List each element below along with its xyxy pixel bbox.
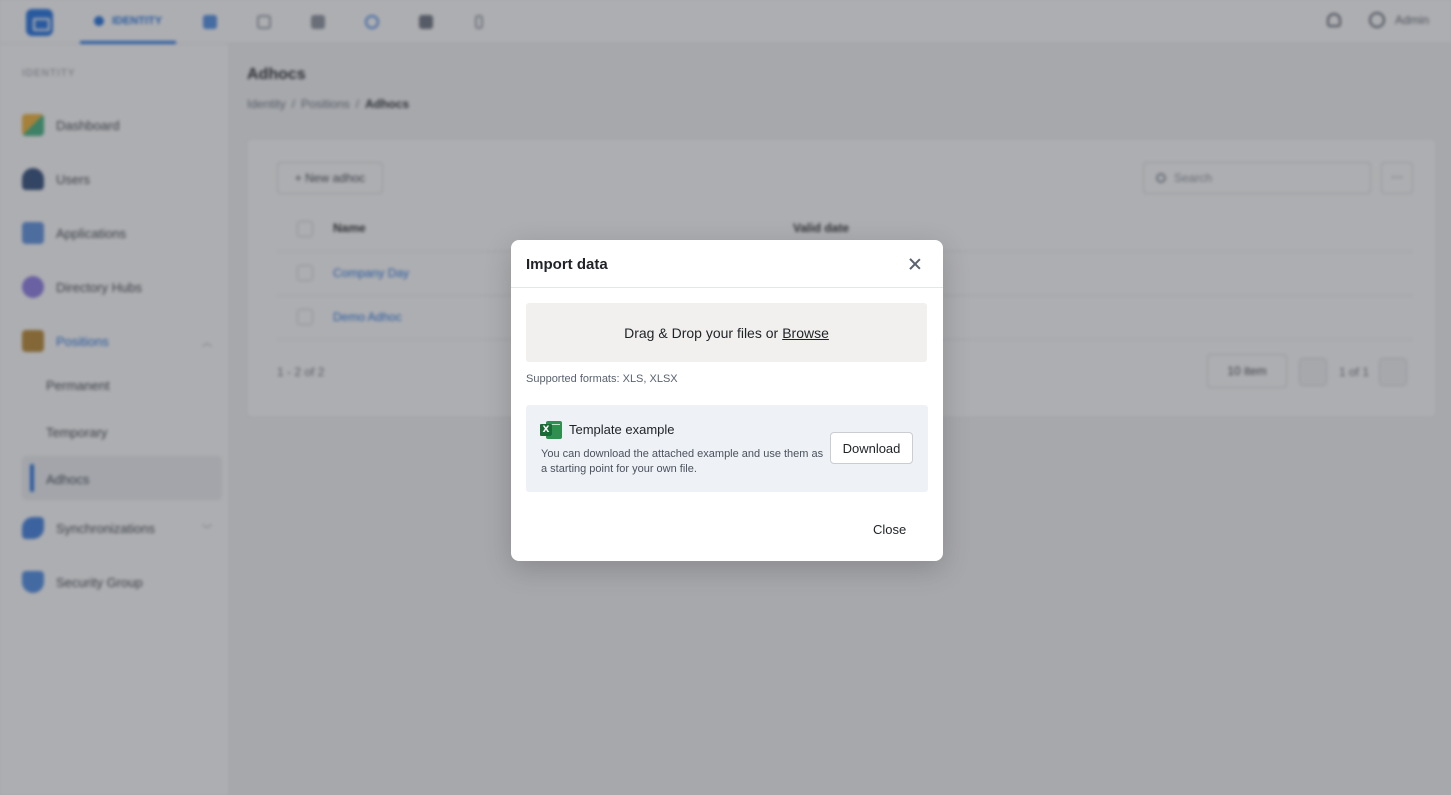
close-icon[interactable]: [908, 257, 922, 271]
template-description: You can download the attached example an…: [541, 448, 824, 475]
browse-link[interactable]: Browse: [782, 325, 829, 341]
template-example-panel: X Template example You can download the …: [526, 405, 928, 492]
template-title: Template example: [569, 422, 675, 437]
file-dropzone[interactable]: Drag & Drop your files or Browse: [526, 303, 927, 362]
modal-title: Import data: [526, 256, 608, 273]
modal-header: Import data: [511, 240, 943, 288]
excel-file-icon: X: [540, 420, 562, 440]
close-button[interactable]: Close: [873, 522, 906, 537]
import-data-modal: Import data Drag & Drop your files or Br…: [511, 240, 943, 561]
dropzone-text: Drag & Drop your files or: [624, 324, 779, 341]
download-button[interactable]: Download: [830, 432, 913, 464]
supported-formats-text: Supported formats: XLS, XLSX: [526, 373, 678, 385]
